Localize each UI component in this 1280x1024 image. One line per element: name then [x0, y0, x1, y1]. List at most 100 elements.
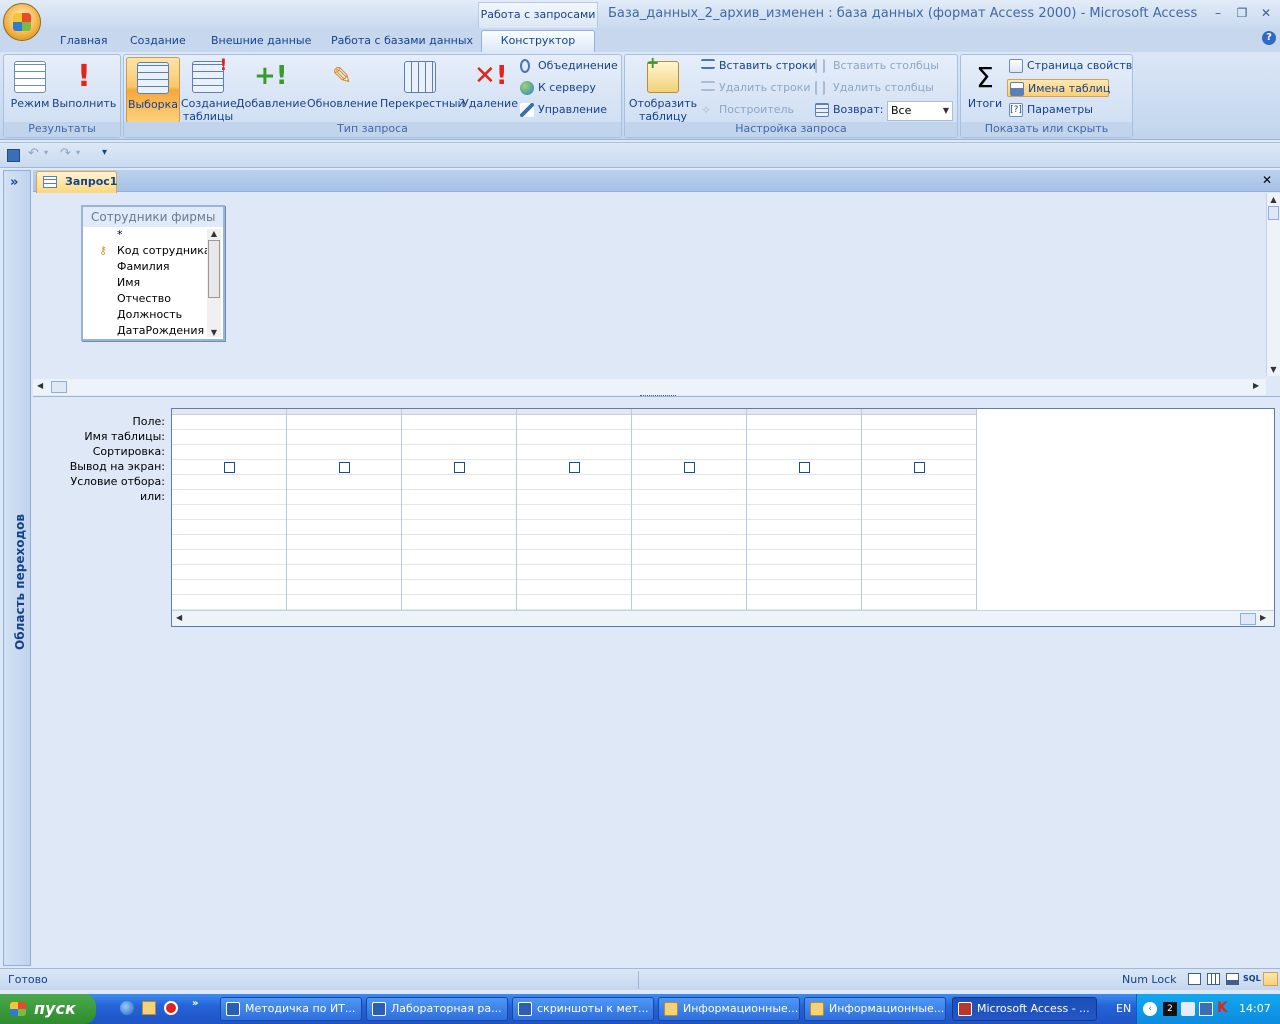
grid-cell[interactable]	[172, 505, 286, 520]
scroll-down-icon[interactable]: ▼	[207, 328, 221, 337]
tray-notes-icon[interactable]	[1181, 1002, 1195, 1016]
grid-cell[interactable]	[172, 580, 286, 595]
grid-cell[interactable]	[172, 550, 286, 565]
crosstab-button[interactable]: Перекрестный	[380, 57, 465, 123]
insert-rows-button[interactable]: Вставить строки	[699, 57, 816, 75]
datasheet-view-icon[interactable]	[1188, 973, 1201, 985]
tray-antivirus-icon[interactable]: K	[1217, 1000, 1228, 1016]
run-button[interactable]: ! Выполнить	[52, 57, 116, 123]
pivot-table-icon[interactable]	[1207, 973, 1220, 985]
grid-cell[interactable]	[862, 565, 976, 580]
builder-button[interactable]: ✧ Построитель	[699, 101, 794, 119]
undo-dropdown-icon[interactable]: ▾	[44, 148, 48, 157]
grid-cell[interactable]	[172, 460, 286, 475]
pane-splitter[interactable]	[33, 395, 1280, 406]
grid-column[interactable]	[632, 409, 747, 610]
scroll-right-icon[interactable]: ▶	[1253, 381, 1259, 390]
grid-cell[interactable]	[517, 520, 631, 535]
tab-create[interactable]: Создание	[124, 32, 192, 52]
grid-cell[interactable]	[747, 580, 861, 595]
taskbar-item-2[interactable]: Лабораторная ра...	[366, 997, 508, 1021]
grid-cell[interactable]	[172, 490, 286, 505]
help-button[interactable]: ?	[1262, 31, 1276, 45]
grid-cell[interactable]	[402, 445, 516, 460]
taskbar-item-access[interactable]: Microsoft Access - ...	[952, 997, 1097, 1021]
upper-vertical-scrollbar[interactable]: ▲ ▼	[1266, 193, 1280, 376]
field-position[interactable]: Должность	[83, 307, 223, 323]
grid-cell[interactable]	[747, 520, 861, 535]
grid-cell[interactable]	[862, 505, 976, 520]
grid-cell[interactable]	[862, 460, 976, 475]
taskbar-item-4[interactable]: Информационные...	[658, 997, 800, 1021]
grid-cell[interactable]	[632, 445, 746, 460]
field-list-scrollbar[interactable]: ▲ ▼	[207, 229, 221, 337]
office-button[interactable]	[3, 3, 41, 41]
show-table-button[interactable]: + Отобразить таблицу	[627, 55, 699, 124]
grid-cell[interactable]	[172, 445, 286, 460]
scroll-down-icon[interactable]: ▼	[1267, 365, 1280, 374]
pivot-chart-icon[interactable]	[1226, 973, 1239, 985]
grid-cell[interactable]	[287, 475, 401, 490]
redo-dropdown-icon[interactable]: ▾	[76, 148, 80, 157]
grid-cell[interactable]	[172, 475, 286, 490]
grid-cell[interactable]	[172, 595, 286, 610]
grid-cell[interactable]	[287, 415, 401, 430]
language-indicator[interactable]: EN	[1116, 1002, 1131, 1015]
update-button[interactable]: ✎ Обновление	[307, 57, 378, 123]
grid-cell[interactable]	[287, 550, 401, 565]
grid-cell[interactable]	[172, 520, 286, 535]
grid-column[interactable]	[402, 409, 517, 610]
grid-cell[interactable]	[402, 460, 516, 475]
append-button[interactable]: +! Добавление	[236, 57, 306, 123]
grid-cell[interactable]	[172, 430, 286, 445]
taskbar-item-1[interactable]: Методичка по ИТ...	[220, 997, 362, 1021]
field-list-window[interactable]: Сотрудники фирмы * ⚷ Код сотрудника Фамил…	[81, 205, 225, 341]
grid-cell[interactable]	[862, 415, 976, 430]
scroll-up-icon[interactable]: ▲	[207, 229, 221, 238]
field-name[interactable]: Имя	[83, 275, 223, 291]
grid-cell[interactable]	[747, 535, 861, 550]
grid-cell[interactable]	[747, 550, 861, 565]
document-tab-query1[interactable]: Запрос1	[36, 171, 117, 193]
grid-cell[interactable]	[747, 595, 861, 610]
grid-cell[interactable]	[287, 535, 401, 550]
parameters-button[interactable]: [?] Параметры	[1007, 101, 1093, 119]
grid-cell[interactable]	[632, 595, 746, 610]
grid-cell[interactable]	[517, 580, 631, 595]
totals-button[interactable]: Σ Итоги	[965, 57, 1005, 123]
show-checkbox[interactable]	[338, 462, 350, 473]
grid-cell[interactable]	[862, 520, 976, 535]
grid-cell[interactable]	[402, 550, 516, 565]
insert-columns-button[interactable]: Вставить столбцы	[813, 57, 939, 75]
grid-cell[interactable]	[747, 475, 861, 490]
show-checkbox[interactable]	[683, 462, 695, 473]
grid-cell[interactable]	[287, 460, 401, 475]
minimize-button[interactable]: –	[1208, 4, 1228, 22]
grid-cell[interactable]	[517, 460, 631, 475]
scroll-thumb[interactable]	[1268, 206, 1279, 220]
grid-cell[interactable]	[632, 460, 746, 475]
grid-cell[interactable]	[632, 490, 746, 505]
data-definition-button[interactable]: Управление	[518, 101, 607, 119]
save-icon[interactable]	[7, 149, 20, 162]
table-names-button[interactable]: Имена таблиц	[1007, 79, 1110, 97]
grid-cell[interactable]	[632, 520, 746, 535]
grid-cell[interactable]	[287, 520, 401, 535]
grid-cell[interactable]	[517, 595, 631, 610]
design-view-icon[interactable]	[1263, 972, 1278, 986]
close-document-button[interactable]: ✕	[1262, 173, 1272, 187]
grid-cell[interactable]	[402, 565, 516, 580]
grid-cell[interactable]	[402, 415, 516, 430]
nav-pane-toggle-icon[interactable]: »	[10, 175, 18, 190]
show-checkbox[interactable]	[453, 462, 465, 473]
grid-cell[interactable]	[287, 490, 401, 505]
scroll-up-icon[interactable]: ▲	[1267, 195, 1280, 204]
sql-view-icon[interactable]: SQL	[1243, 974, 1261, 983]
grid-cell[interactable]	[287, 580, 401, 595]
scroll-right-icon[interactable]: ▶	[1260, 613, 1266, 622]
delete-query-button[interactable]: ✕! Удаление	[462, 57, 518, 123]
grid-cell[interactable]	[287, 430, 401, 445]
grid-cell[interactable]	[402, 580, 516, 595]
grid-cell[interactable]	[517, 505, 631, 520]
grid-cell[interactable]	[287, 595, 401, 610]
